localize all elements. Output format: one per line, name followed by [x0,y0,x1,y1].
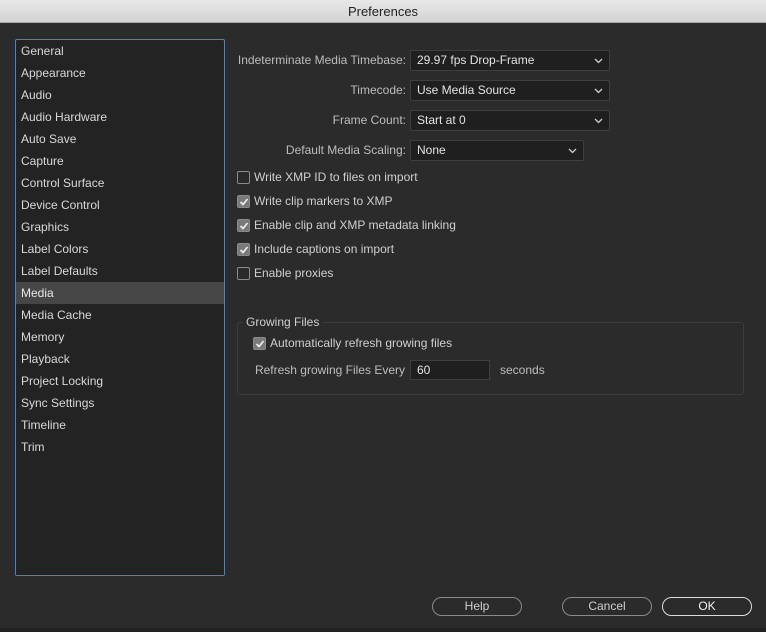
sidebar-item-playback[interactable]: Playback [16,348,224,370]
refresh-interval-value: 60 [417,363,431,377]
window-title: Preferences [347,4,419,19]
timecode-dropdown[interactable]: Use Media Source [410,80,610,101]
sidebar-item-label-defaults[interactable]: Label Defaults [16,260,224,282]
timebase-value: 29.97 fps Drop-Frame [417,53,535,67]
sidebar-item-auto-save[interactable]: Auto Save [16,128,224,150]
write-xmp-id-option[interactable]: Write XMP ID to files on import [237,169,418,185]
write-clip-markers-label: Write clip markers to XMP [254,194,393,208]
sidebar-item-device-control[interactable]: Device Control [16,194,224,216]
preferences-sidebar: General Appearance Audio Audio Hardware … [15,39,225,576]
auto-refresh-label: Automatically refresh growing files [270,336,453,350]
window-titlebar: Preferences [0,0,766,23]
chevron-down-icon [593,51,603,70]
refresh-interval-input[interactable]: 60 [410,360,490,380]
enable-metadata-linking-option[interactable]: Enable clip and XMP metadata linking [237,217,456,233]
timecode-label: Timecode: [350,83,406,97]
frame-count-value: Start at 0 [417,113,466,127]
enable-proxies-option[interactable]: Enable proxies [237,265,333,281]
include-captions-label: Include captions on import [254,242,395,256]
timebase-dropdown[interactable]: 29.97 fps Drop-Frame [410,50,610,71]
auto-refresh-checkbox[interactable] [253,336,266,350]
sidebar-item-media[interactable]: Media [16,282,224,304]
sidebar-item-project-locking[interactable]: Project Locking [16,370,224,392]
window-bottom-edge [0,628,766,632]
cancel-button[interactable]: Cancel [562,597,652,616]
checkmark-icon [239,221,249,230]
sidebar-item-graphics[interactable]: Graphics [16,216,224,238]
sidebar-item-media-cache[interactable]: Media Cache [16,304,224,326]
sidebar-item-timeline[interactable]: Timeline [16,414,224,436]
ok-button[interactable]: OK [662,597,752,616]
sidebar-item-memory[interactable]: Memory [16,326,224,348]
auto-refresh-option[interactable]: Automatically refresh growing files [253,335,452,351]
write-xmp-id-label: Write XMP ID to files on import [254,170,418,184]
frame-count-label: Frame Count: [332,113,406,127]
sidebar-item-appearance[interactable]: Appearance [16,62,224,84]
chevron-down-icon [593,81,603,100]
scaling-label: Default Media Scaling: [285,143,406,157]
enable-metadata-linking-label: Enable clip and XMP metadata linking [254,218,456,232]
scaling-value: None [417,143,446,157]
sidebar-item-label-colors[interactable]: Label Colors [16,238,224,260]
sidebar-item-audio-hardware[interactable]: Audio Hardware [16,106,224,128]
scaling-dropdown[interactable]: None [410,140,584,161]
enable-metadata-linking-checkbox[interactable] [237,218,250,232]
sidebar-item-capture[interactable]: Capture [16,150,224,172]
include-captions-option[interactable]: Include captions on import [237,241,394,257]
timebase-label: Indeterminate Media Timebase: [237,53,406,67]
sidebar-item-audio[interactable]: Audio [16,84,224,106]
enable-proxies-label: Enable proxies [254,266,334,280]
enable-proxies-checkbox[interactable] [237,266,250,280]
timecode-value: Use Media Source [417,83,516,97]
frame-count-dropdown[interactable]: Start at 0 [410,110,610,131]
write-clip-markers-option[interactable]: Write clip markers to XMP [237,193,392,209]
chevron-down-icon [593,111,603,130]
checkmark-icon [239,245,249,254]
refresh-every-label: Refresh growing Files Every [254,363,405,377]
write-xmp-id-checkbox[interactable] [237,170,250,184]
sidebar-item-trim[interactable]: Trim [16,436,224,458]
help-button[interactable]: Help [432,597,522,616]
sidebar-item-sync-settings[interactable]: Sync Settings [16,392,224,414]
growing-files-title: Growing Files [243,315,323,329]
growing-files-group [237,322,744,395]
checkmark-icon [239,197,249,206]
checkmark-icon [255,339,265,348]
seconds-label: seconds [500,363,545,377]
write-clip-markers-checkbox[interactable] [237,194,250,208]
include-captions-checkbox[interactable] [237,242,250,256]
sidebar-item-control-surface[interactable]: Control Surface [16,172,224,194]
chevron-down-icon [567,141,577,160]
sidebar-item-general[interactable]: General [16,40,224,62]
